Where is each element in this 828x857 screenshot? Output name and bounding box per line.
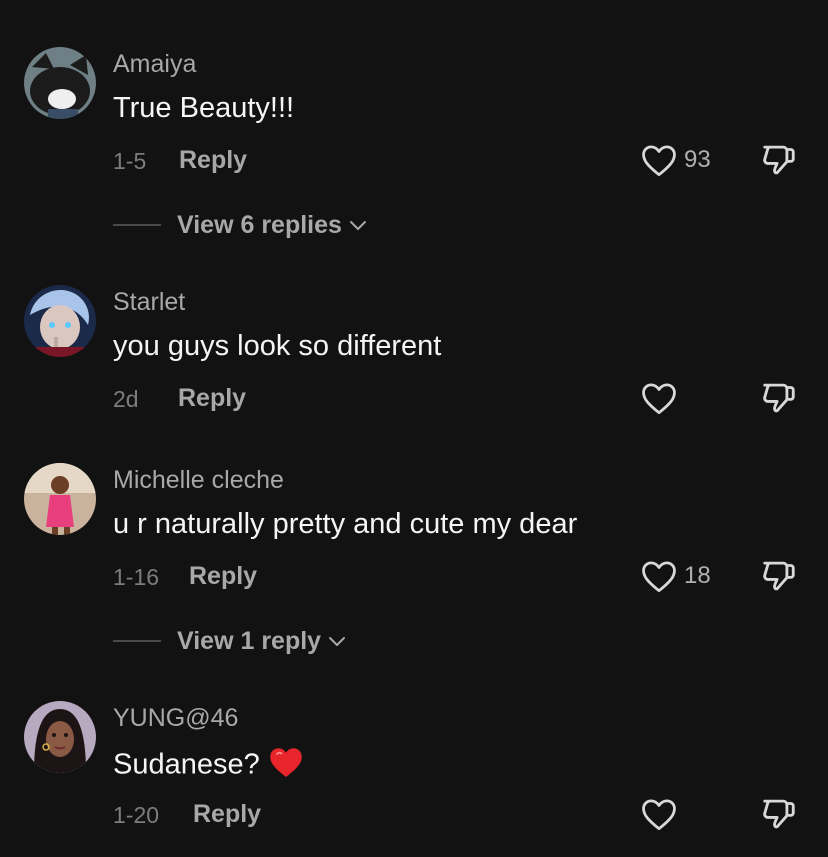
comment-username[interactable]: Michelle cleche xyxy=(113,466,284,495)
comment-date: 1-16 xyxy=(113,564,160,590)
comment-text-content: Sudanese? xyxy=(113,748,260,781)
view-replies-label: View 6 replies xyxy=(177,210,342,239)
reply-button[interactable]: Reply xyxy=(179,146,247,175)
chevron-down-icon xyxy=(349,221,366,230)
dislike-button[interactable] xyxy=(760,378,800,418)
comment-text: Sudanese? xyxy=(113,745,304,787)
like-button[interactable]: 18 xyxy=(640,556,711,596)
comment-date: 1-20 xyxy=(113,802,160,828)
comment-username[interactable]: Starlet xyxy=(113,288,185,317)
thumbs-down-icon xyxy=(763,145,795,175)
like-button[interactable] xyxy=(640,378,684,418)
avatar[interactable] xyxy=(24,701,96,773)
comment-username[interactable]: YUNG@46 xyxy=(113,704,238,733)
like-button[interactable]: 93 xyxy=(640,140,711,180)
chevron-down-icon xyxy=(329,637,346,646)
avatar[interactable] xyxy=(24,463,96,535)
thumbs-down-icon xyxy=(763,561,795,591)
comment-text: True Beauty!!! xyxy=(113,92,295,124)
divider xyxy=(113,640,161,642)
comment-text: u r naturally pretty and cute my dear xyxy=(113,508,578,540)
comment-username[interactable]: Amaiya xyxy=(113,50,196,79)
heart-outline-icon xyxy=(642,561,676,593)
view-replies-label: View 1 reply xyxy=(177,626,322,655)
reply-button[interactable]: Reply xyxy=(189,562,257,591)
heart-outline-icon xyxy=(642,145,676,177)
dislike-button[interactable] xyxy=(760,794,800,834)
comment-text: you guys look so different xyxy=(113,330,442,362)
comment-date: 1-5 xyxy=(113,148,147,174)
like-button[interactable] xyxy=(640,794,684,834)
avatar[interactable] xyxy=(24,47,96,119)
red-heart-icon xyxy=(268,745,304,787)
heart-outline-icon xyxy=(642,799,676,831)
dislike-button[interactable] xyxy=(760,140,800,180)
heart-outline-icon xyxy=(642,383,676,415)
view-replies-button[interactable]: View 1 reply xyxy=(113,623,347,659)
thumbs-down-icon xyxy=(763,383,795,413)
avatar[interactable] xyxy=(24,285,96,357)
thumbs-down-icon xyxy=(763,799,795,829)
comment-date: 2d xyxy=(113,386,139,412)
like-count: 93 xyxy=(684,146,711,173)
view-replies-button[interactable]: View 6 replies xyxy=(113,207,368,243)
reply-button[interactable]: Reply xyxy=(193,800,261,829)
divider xyxy=(113,224,161,226)
dislike-button[interactable] xyxy=(760,556,800,596)
reply-button[interactable]: Reply xyxy=(178,384,246,413)
like-count: 18 xyxy=(684,562,711,589)
